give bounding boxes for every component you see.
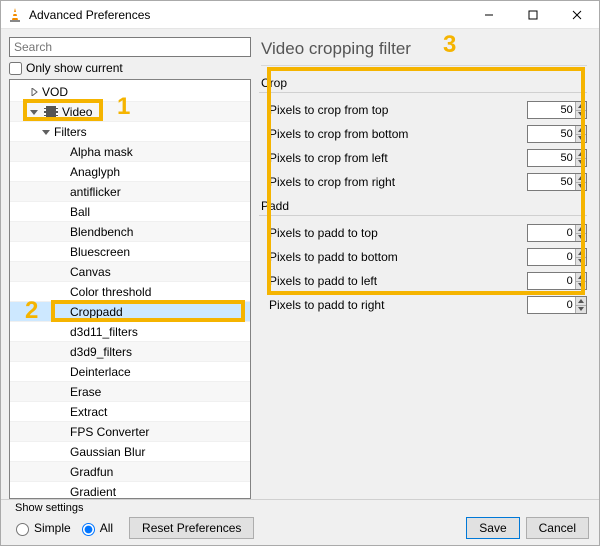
field-label: Pixels to crop from right bbox=[269, 175, 527, 189]
chevron-right-icon bbox=[28, 86, 40, 98]
field-label: Pixels to padd to top bbox=[269, 226, 527, 240]
field-label: Pixels to padd to left bbox=[269, 274, 527, 288]
tree-row[interactable]: Video bbox=[10, 102, 250, 122]
tree-row[interactable]: Canvas bbox=[10, 262, 250, 282]
spin-up-icon[interactable] bbox=[576, 102, 586, 111]
tree-row[interactable]: Anaglyph bbox=[10, 162, 250, 182]
only-current-label: Only show current bbox=[26, 61, 123, 75]
page-title: Video cropping filter bbox=[261, 39, 587, 66]
field-label: Pixels to padd to right bbox=[269, 298, 527, 312]
spin-up-icon[interactable] bbox=[576, 150, 586, 159]
group-title-padd: Padd bbox=[259, 199, 587, 216]
only-current-checkbox[interactable] bbox=[9, 62, 22, 75]
tree-row[interactable]: Bluescreen bbox=[10, 242, 250, 262]
titlebar: Advanced Preferences bbox=[1, 1, 599, 29]
crop-0-spinner[interactable] bbox=[527, 101, 587, 119]
spin-down-icon[interactable] bbox=[576, 258, 586, 266]
spin-down-icon[interactable] bbox=[576, 183, 586, 191]
padd-3-spinner[interactable] bbox=[527, 296, 587, 314]
field-label: Pixels to crop from left bbox=[269, 151, 527, 165]
padd-1-input[interactable] bbox=[528, 249, 575, 265]
crop-3-spinner[interactable] bbox=[527, 173, 587, 191]
tree-row[interactable]: FPS Converter bbox=[10, 422, 250, 442]
spin-up-icon[interactable] bbox=[576, 273, 586, 282]
spin-down-icon[interactable] bbox=[576, 234, 586, 242]
minimize-button[interactable] bbox=[467, 1, 511, 29]
tree-row[interactable]: d3d9_filters bbox=[10, 342, 250, 362]
tree-row[interactable]: Filters bbox=[10, 122, 250, 142]
spin-up-icon[interactable] bbox=[576, 126, 586, 135]
tree-row[interactable]: antiflicker bbox=[10, 182, 250, 202]
spin-down-icon[interactable] bbox=[576, 159, 586, 167]
crop-0-input[interactable] bbox=[528, 102, 575, 118]
spin-down-icon[interactable] bbox=[576, 111, 586, 119]
reset-button[interactable]: Reset Preferences bbox=[129, 517, 254, 539]
crop-1-input[interactable] bbox=[528, 126, 575, 142]
field-label: Pixels to padd to bottom bbox=[269, 250, 527, 264]
tree-row[interactable]: Blendbench bbox=[10, 222, 250, 242]
crop-3-input[interactable] bbox=[528, 174, 575, 190]
chevron-down-icon bbox=[28, 106, 40, 118]
crop-2-input[interactable] bbox=[528, 150, 575, 166]
show-settings-label: Show settings bbox=[15, 502, 83, 514]
crop-1-spinner[interactable] bbox=[527, 125, 587, 143]
spin-up-icon[interactable] bbox=[576, 225, 586, 234]
search-input[interactable] bbox=[9, 37, 251, 57]
padd-0-input[interactable] bbox=[528, 225, 575, 241]
radio-simple[interactable]: Simple bbox=[11, 520, 71, 536]
spin-up-icon[interactable] bbox=[576, 174, 586, 183]
group-title-crop: Crop bbox=[259, 76, 587, 93]
tree-row[interactable]: Gradient bbox=[10, 482, 250, 498]
film-icon bbox=[44, 106, 58, 118]
field-label: Pixels to crop from bottom bbox=[269, 127, 527, 141]
close-button[interactable] bbox=[555, 1, 599, 29]
spin-down-icon[interactable] bbox=[576, 282, 586, 290]
footer: Show settings Simple All Reset Preferenc… bbox=[1, 499, 599, 545]
tree-view[interactable]: VODVideoFiltersAlpha maskAnaglyphantifli… bbox=[9, 79, 251, 499]
crop-2-spinner[interactable] bbox=[527, 149, 587, 167]
field-label: Pixels to crop from top bbox=[269, 103, 527, 117]
tree-row[interactable]: Erase bbox=[10, 382, 250, 402]
tree-row[interactable]: Alpha mask bbox=[10, 142, 250, 162]
spin-down-icon[interactable] bbox=[576, 135, 586, 143]
padd-1-spinner[interactable] bbox=[527, 248, 587, 266]
maximize-button[interactable] bbox=[511, 1, 555, 29]
vlc-icon bbox=[7, 7, 23, 23]
save-button[interactable]: Save bbox=[466, 517, 519, 539]
tree-row[interactable]: Gradfun bbox=[10, 462, 250, 482]
tree-row[interactable]: Croppadd bbox=[10, 302, 250, 322]
spin-up-icon[interactable] bbox=[576, 249, 586, 258]
tree-row[interactable]: Deinterlace bbox=[10, 362, 250, 382]
padd-2-spinner[interactable] bbox=[527, 272, 587, 290]
chevron-down-icon bbox=[40, 126, 52, 138]
tree-row[interactable]: Color threshold bbox=[10, 282, 250, 302]
window-title: Advanced Preferences bbox=[29, 8, 467, 22]
padd-2-input[interactable] bbox=[528, 273, 575, 289]
padd-0-spinner[interactable] bbox=[527, 224, 587, 242]
cancel-button[interactable]: Cancel bbox=[526, 517, 589, 539]
tree-row[interactable]: Gaussian Blur bbox=[10, 442, 250, 462]
spin-down-icon[interactable] bbox=[576, 306, 586, 314]
padd-3-input[interactable] bbox=[528, 297, 575, 313]
tree-row[interactable]: Ball bbox=[10, 202, 250, 222]
radio-all[interactable]: All bbox=[77, 520, 113, 536]
tree-row[interactable]: Extract bbox=[10, 402, 250, 422]
spin-up-icon[interactable] bbox=[576, 297, 586, 306]
tree-row[interactable]: VOD bbox=[10, 82, 250, 102]
tree-row[interactable]: d3d11_filters bbox=[10, 322, 250, 342]
